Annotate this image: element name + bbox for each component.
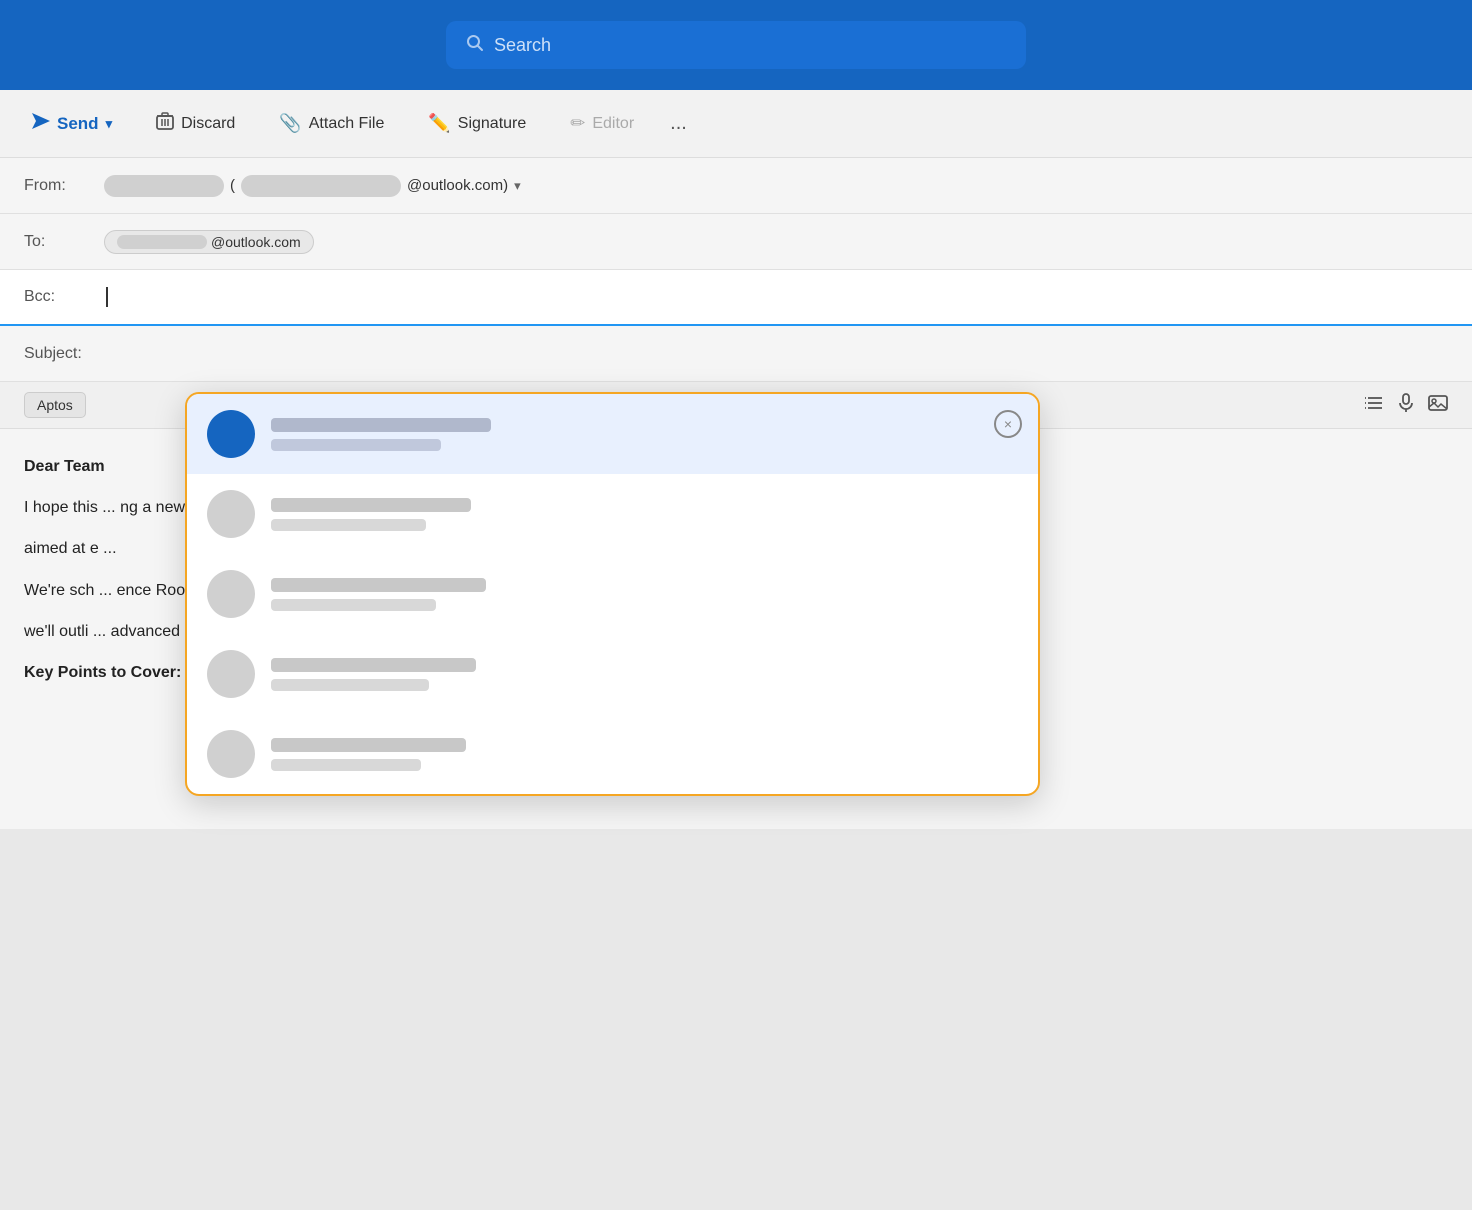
to-content: @outlook.com: [104, 230, 1448, 254]
send-label: Send: [57, 114, 99, 134]
body-ellipsis-1: ...: [102, 499, 115, 516]
font-toolbar-icons: [1364, 393, 1448, 418]
body-ellipsis-2: ...: [103, 540, 116, 557]
contact-email-bar: [271, 599, 436, 611]
subject-label: Subject:: [24, 345, 104, 363]
contact-name-bar: [271, 498, 471, 512]
search-label: Search: [494, 35, 551, 56]
microphone-icon[interactable]: [1398, 393, 1414, 418]
search-icon: [466, 34, 484, 57]
to-field[interactable]: To: @outlook.com: [0, 214, 1472, 270]
from-name-redacted: [104, 175, 224, 197]
signature-icon: ✏️: [428, 113, 450, 134]
more-button[interactable]: ...: [670, 112, 687, 135]
font-name-button[interactable]: Aptos: [24, 392, 86, 418]
body-ellipsis-4: ...: [93, 623, 106, 640]
contact-info: [271, 498, 1018, 531]
to-label: To:: [24, 233, 104, 251]
discard-icon: [156, 111, 174, 136]
signature-label: Signature: [458, 115, 527, 133]
close-button[interactable]: ×: [994, 410, 1022, 438]
contact-email-bar: [271, 439, 441, 451]
contact-name-bar: [271, 578, 486, 592]
image-icon[interactable]: [1428, 394, 1448, 417]
attach-icon: 📎: [279, 113, 301, 134]
contact-item[interactable]: [187, 634, 1038, 714]
contact-email-bar: [271, 519, 426, 531]
body-ellipsis-3: ...: [99, 582, 112, 599]
contact-avatar: [207, 650, 255, 698]
contact-email-bar: [271, 759, 421, 771]
recipient-email-suffix: @outlook.com: [211, 234, 301, 250]
contact-info: [271, 418, 1018, 451]
attach-file-button[interactable]: 📎 Attach File: [271, 107, 392, 140]
autocomplete-dropdown: ×: [185, 392, 1040, 796]
search-bar[interactable]: Search: [446, 21, 1026, 69]
contact-info: [271, 578, 1018, 611]
bcc-label: Bcc:: [24, 288, 104, 306]
contact-item[interactable]: [187, 554, 1038, 634]
send-chevron-icon[interactable]: ▾: [106, 116, 113, 132]
contact-info: [271, 658, 1018, 691]
contact-name-bar: [271, 738, 466, 752]
contact-avatar: [207, 730, 255, 778]
contact-info: [271, 738, 1018, 771]
page-wrapper: Search Send ▾: [0, 0, 1472, 829]
contact-name-bar: [271, 658, 476, 672]
discard-button[interactable]: Discard: [148, 105, 243, 142]
close-icon: ×: [1004, 416, 1012, 432]
recipient-name-redacted: [117, 235, 207, 249]
contact-avatar: [207, 490, 255, 538]
editor-button[interactable]: ✏ Editor: [562, 107, 642, 140]
from-chevron-icon[interactable]: ▾: [514, 178, 521, 194]
from-suffix: @outlook.com): [407, 177, 508, 194]
editor-label: Editor: [592, 115, 634, 133]
editor-icon: ✏: [570, 113, 585, 134]
attach-file-label: Attach File: [309, 115, 385, 133]
from-field: From: ( @outlook.com) ▾: [0, 158, 1472, 214]
toolbar: Send ▾ Discard 📎 Attach File ✏️: [0, 90, 1472, 158]
send-button[interactable]: Send ▾: [24, 107, 120, 140]
from-content: ( @outlook.com) ▾: [104, 175, 1448, 197]
contact-item[interactable]: [187, 474, 1038, 554]
contact-item[interactable]: ×: [187, 394, 1038, 474]
subject-field[interactable]: Subject:: [0, 326, 1472, 382]
top-bar: Search: [0, 0, 1472, 90]
contact-item[interactable]: [187, 714, 1038, 794]
from-label: From:: [24, 177, 104, 195]
contact-name-bar: [271, 418, 491, 432]
contact-email-bar: [271, 679, 429, 691]
from-email-redacted: [241, 175, 401, 197]
from-paren: (: [230, 177, 235, 194]
contact-avatar: [207, 410, 255, 458]
bcc-field[interactable]: Bcc:: [0, 270, 1472, 326]
recipient-chip[interactable]: @outlook.com: [104, 230, 314, 254]
list-icon[interactable]: [1364, 394, 1384, 417]
discard-label: Discard: [181, 115, 235, 133]
contact-avatar: [207, 570, 255, 618]
bcc-cursor: [106, 287, 108, 307]
signature-button[interactable]: ✏️ Signature: [420, 107, 534, 140]
send-icon: [32, 113, 50, 134]
